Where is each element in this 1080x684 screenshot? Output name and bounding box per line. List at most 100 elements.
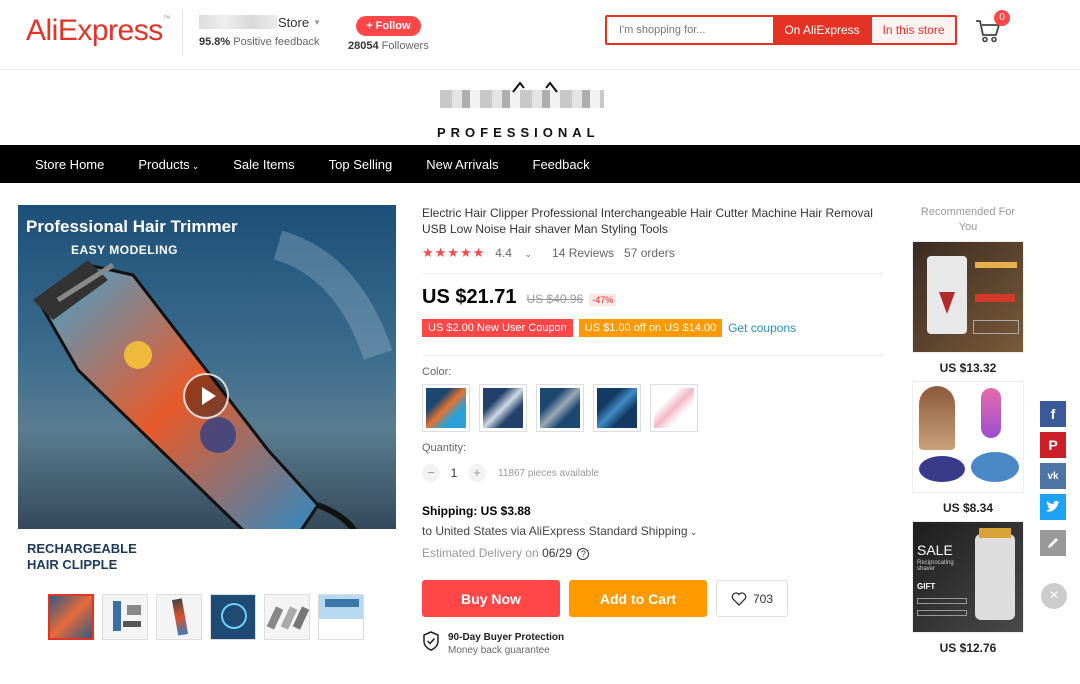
protection-text: 90-Day Buyer Protection Money back guara… xyxy=(448,631,564,657)
recommended-image[interactable] xyxy=(912,241,1024,353)
rating-value[interactable]: 4.4 ⌄ xyxy=(495,246,542,260)
delivery-label: Estimated Delivery on xyxy=(422,546,539,560)
facebook-icon[interactable]: f xyxy=(1040,401,1066,427)
follow-block: + Follow 28054 Followers xyxy=(348,16,429,52)
recommended-title: Recommended For You xyxy=(920,206,1016,233)
thumbnail[interactable] xyxy=(48,594,94,640)
thumbnail[interactable] xyxy=(318,594,364,640)
image-bottom-line2: HAIR CLIPPLE xyxy=(27,557,118,572)
nav-sale-items[interactable]: Sale Items xyxy=(216,157,311,172)
quantity-stepper: − 1 + 11867 pieces available xyxy=(422,464,884,482)
thumbnail[interactable] xyxy=(264,594,310,640)
cart-icon[interactable]: 0 xyxy=(974,10,1010,44)
recommended-image[interactable]: SALE Reciprocating shaver GIFT xyxy=(912,521,1024,633)
color-options xyxy=(422,384,884,432)
feedback-label: Positive feedback xyxy=(233,36,320,48)
new-user-coupon[interactable]: US $2.00 New User Coupon xyxy=(422,319,573,337)
shipping-method[interactable]: to United States via AliExpress Standard… xyxy=(422,524,884,538)
orders-count: 57 orders xyxy=(624,246,675,260)
follow-button[interactable]: + Follow xyxy=(356,16,421,36)
recommended-panel: Recommended For You US $13.32 US $8.34 S… xyxy=(912,205,1024,655)
color-label: Color: xyxy=(422,366,452,378)
coupon-row: US $2.00 New User Coupon US $1.00 off on… xyxy=(422,319,884,337)
nav-products-label: Products xyxy=(138,156,190,172)
search-aliexpress-button[interactable]: On AliExpress xyxy=(773,17,871,43)
protection-title: 90-Day Buyer Protection xyxy=(448,632,565,643)
product-info: Electric Hair Clipper Professional Inter… xyxy=(422,205,884,657)
color-swatch[interactable] xyxy=(650,384,698,432)
followers-info: 28054 Followers xyxy=(348,40,429,52)
chevron-down-icon: ▼ xyxy=(313,17,321,27)
thumbnail[interactable] xyxy=(210,594,256,640)
recommended-item[interactable]: US $13.32 xyxy=(912,241,1024,375)
store-feedback: 95.8% Positive feedback xyxy=(199,36,321,48)
vk-icon[interactable]: vk xyxy=(1040,463,1066,489)
wishlist-button[interactable]: 703 xyxy=(716,580,788,617)
action-buttons: Buy Now Add to Cart 703 xyxy=(422,580,884,617)
shipping-method-text: to United States via AliExpress Standard… xyxy=(422,524,688,538)
store-name[interactable]: Store ▼ xyxy=(199,12,321,32)
available-stock: 11867 pieces available xyxy=(498,467,600,479)
chevron-down-icon: ⌄ xyxy=(687,527,698,537)
product-title: Electric Hair Clipper Professional Inter… xyxy=(422,206,873,236)
store-name-suffix: Store xyxy=(278,14,310,30)
reviews-link[interactable]: 14 Reviews xyxy=(552,246,614,260)
discount-badge: -47% xyxy=(589,294,617,306)
wishlist-count: 703 xyxy=(752,591,774,606)
top-header: AliExpress™ Store ▼ 95.8% Positive feedb… xyxy=(0,0,1080,70)
add-to-cart-button[interactable]: Add to Cart xyxy=(569,580,707,617)
product-main-image[interactable]: Professional Hair Trimmer EASY MODELING … xyxy=(18,205,396,580)
heart-icon xyxy=(731,591,747,606)
followers-count: 28054 xyxy=(348,40,379,52)
store-info: Store ▼ 95.8% Positive feedback xyxy=(182,10,321,56)
quantity-label: Quantity: xyxy=(422,442,467,454)
twitter-icon[interactable] xyxy=(1040,494,1066,520)
buyer-protection: 90-Day Buyer Protection Money back guara… xyxy=(422,631,884,657)
sale-badge-sub: Reciprocating shaver xyxy=(917,560,954,572)
get-coupons-link[interactable]: Get coupons xyxy=(728,321,796,335)
shield-icon xyxy=(423,631,439,651)
nav-new-arrivals[interactable]: New Arrivals xyxy=(409,157,515,172)
help-icon[interactable]: ? xyxy=(577,548,590,560)
store-coupon[interactable]: US $1.00 off on US $14.00 xyxy=(578,319,723,337)
recommended-price: US $13.32 xyxy=(939,361,997,375)
aliexpress-logo[interactable]: AliExpress™ xyxy=(26,14,171,48)
close-icon[interactable]: × xyxy=(1041,583,1067,609)
rating-number: 4.4 xyxy=(495,246,512,260)
recommended-item[interactable]: SALE Reciprocating shaver GIFT US $12.76 xyxy=(912,521,1024,655)
buy-now-button[interactable]: Buy Now xyxy=(422,580,560,617)
color-swatch[interactable] xyxy=(593,384,641,432)
chevron-down-icon: ⌄ xyxy=(521,249,533,259)
color-swatch[interactable] xyxy=(536,384,584,432)
color-swatch[interactable] xyxy=(479,384,527,432)
thumbnail[interactable] xyxy=(102,594,148,640)
gift-label: GIFT xyxy=(917,582,936,591)
image-title: Professional Hair Trimmer xyxy=(26,217,238,236)
recommended-image[interactable] xyxy=(912,381,1024,493)
chevron-down-icon: ⌄ xyxy=(191,160,200,171)
rating-row: ★★★★★ 4.4 ⌄ 14 Reviews 57 orders xyxy=(422,245,884,261)
store-banner: PROFESSIONAL xyxy=(0,70,1080,145)
nav-store-home[interactable]: Store Home xyxy=(0,157,121,172)
image-bottom-text: RECHARGEABLE HAIR CLIPPLE xyxy=(27,541,137,573)
current-price: US $21.71 xyxy=(422,286,517,308)
play-video-icon[interactable] xyxy=(183,373,229,419)
price-row: US $21.71 US $40.96 -47% xyxy=(422,286,884,309)
nav-feedback[interactable]: Feedback xyxy=(516,157,607,172)
recommended-item[interactable]: US $8.34 xyxy=(912,381,1024,515)
nav-top-selling[interactable]: Top Selling xyxy=(312,157,410,172)
quantity-minus-button[interactable]: − xyxy=(422,464,440,482)
thumbnail-strip xyxy=(48,594,364,640)
shipping-cost: Shipping: US $3.88 xyxy=(422,504,531,518)
quantity-plus-button[interactable]: + xyxy=(468,464,486,482)
thumbnail[interactable] xyxy=(156,594,202,640)
pinterest-icon[interactable]: P xyxy=(1040,432,1066,458)
search-store-button[interactable]: In this store xyxy=(871,17,955,43)
edit-icon[interactable] xyxy=(1040,530,1066,556)
search-input[interactable] xyxy=(607,17,773,43)
nav-products[interactable]: Products ⌄ xyxy=(121,157,216,172)
quantity-value[interactable]: 1 xyxy=(440,466,468,480)
recommended-price: US $8.34 xyxy=(942,501,994,515)
protection-subtitle: Money back guarantee xyxy=(448,645,550,656)
color-swatch[interactable] xyxy=(422,384,470,432)
